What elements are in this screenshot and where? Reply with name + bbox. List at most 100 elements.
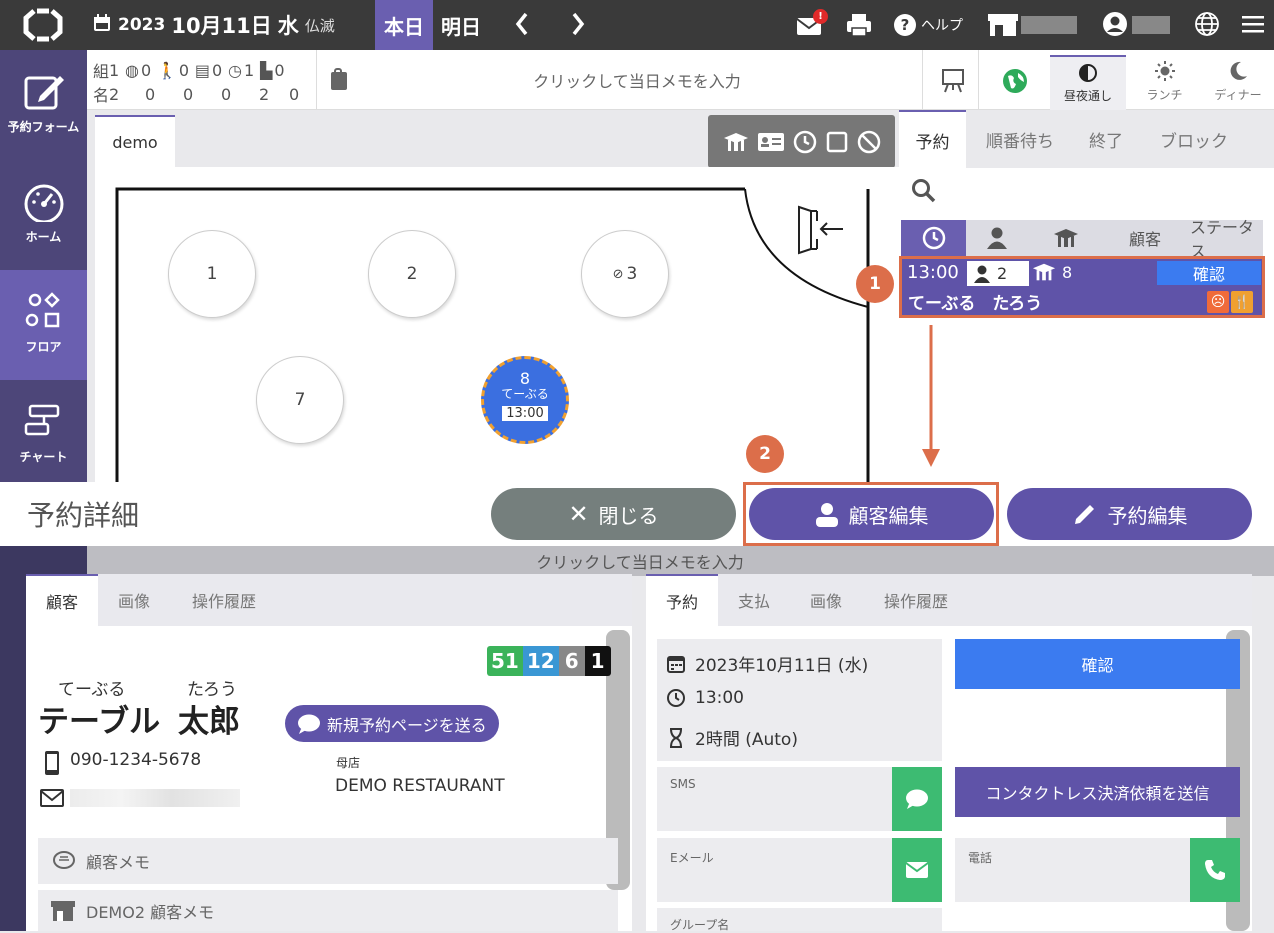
customer-header[interactable]: 顧客 [1129,220,1161,256]
id-card-icon[interactable] [757,131,785,153]
tab-finished[interactable]: 終了 [1089,110,1123,168]
contactless-payment-button[interactable]: コンタクトレス決済依頼を送信 [955,767,1240,817]
user-icon[interactable] [1102,11,1130,39]
reservation-table-number: 8 [1062,262,1073,282]
group-name-field[interactable]: グループ名 [657,908,942,932]
print-icon[interactable] [845,11,873,39]
help-label: ヘルプ [921,18,963,34]
stat-visits: 51 [487,646,523,676]
hourglass-icon [670,727,682,748]
home-store-name: DEMO RESTAURANT [335,776,505,796]
sidebar-item-home[interactable]: ホーム [0,160,87,270]
table-7[interactable]: 7 [256,356,344,444]
sms-field[interactable]: SMS [657,767,942,831]
tab-customer[interactable]: 顧客 [26,574,98,626]
sort-time-header[interactable] [901,220,966,256]
send-booking-page-button[interactable]: 新規予約ページを送る [285,705,499,742]
sidebar-item-chart[interactable]: チャート [0,380,87,490]
email-label: Eメール [670,851,714,865]
phone-field[interactable]: 電話 [955,838,1240,902]
mode-lunch-tab[interactable]: ランチ [1127,55,1202,110]
reservation-date: 2023年10月11日 (水) [695,656,869,676]
call-button[interactable] [1190,838,1240,902]
search-icon[interactable] [911,178,937,208]
edit-customer-button[interactable]: 顧客編集 [749,488,994,540]
edit-customer-label: 顧客編集 [848,503,929,528]
next-day-icon[interactable] [570,10,586,44]
square-icon[interactable] [825,130,849,154]
reservation-table: 8 [1032,262,1072,282]
status-confirm-button[interactable]: 確認 [955,639,1240,689]
reservation-status[interactable]: 確認 [1157,261,1261,285]
tab-block[interactable]: ブロック [1160,110,1228,168]
reservation-time: 13:00 [695,688,744,708]
tab-payment[interactable]: 支払 [726,574,782,626]
table-8-booked[interactable]: 8 てーぶる 13:00 [481,356,569,444]
calendar-icon [667,655,685,673]
mode-all-day-tab[interactable]: 昼夜通し [1050,55,1126,110]
sidebar-item-reservation-form[interactable]: 予約フォーム [0,50,87,160]
detail-panel: クリックして当日メモを入力 顧客 画像 操作履歴 51 12 6 1 てーぶる … [0,546,1274,932]
mode-dinner-tab[interactable]: ディナー [1202,55,1274,110]
close-button[interactable]: ✕ 閉じる [491,488,736,540]
app-logo[interactable] [22,8,64,42]
reservation-time-row: 13:00 [666,688,744,708]
people-seated: 0 [289,84,300,104]
prev-day-icon[interactable] [514,10,530,44]
allergy-face-icon: ☹ [1207,291,1229,313]
date-rokuyo: 仏滅 [304,16,335,35]
web-globe-icon[interactable] [1002,68,1028,98]
menu-hamburger-icon[interactable] [1241,11,1269,39]
first-name: 太郎 [178,704,240,740]
person-icon[interactable] [986,226,1008,254]
tab-images[interactable]: 画像 [798,574,854,626]
sidebar-item-floor[interactable]: フロア [0,270,87,380]
tab-history[interactable]: 操作履歴 [176,574,272,626]
table-1[interactable]: 1 [168,230,256,318]
customer-memo-field[interactable]: 顧客メモ [38,838,618,884]
day-memo-input[interactable]: クリックして当日メモを入力 [357,50,917,110]
email-field[interactable]: Eメール [657,838,942,902]
edit-reservation-button[interactable]: 予約編集 [1007,488,1252,540]
presentation-board-icon[interactable] [940,68,966,98]
tab-reservations[interactable]: 予約 [899,110,966,168]
table-2[interactable]: 2 [368,230,456,318]
table-3[interactable]: ⊘ 3 [581,230,669,318]
moon-icon [1230,61,1247,80]
tomorrow-button[interactable]: 明日 [441,0,481,50]
send-email-button[interactable] [892,838,942,902]
chat-bubble-icon [298,714,320,734]
date-selector[interactable]: 2023 10月11日 水 仏滅 [92,0,335,50]
people-web: 0 [145,84,156,104]
reservation-card: 予約 支払 画像 操作履歴 2023年10月11日 (水) 13:00 2時間 … [646,574,1252,932]
store-icon[interactable] [987,11,1019,39]
block-icon[interactable] [857,130,881,154]
today-button[interactable]: 本日 [375,0,433,50]
status-header[interactable]: ステータス [1190,218,1263,261]
tab-reservation[interactable]: 予約 [646,574,718,626]
clock-icon[interactable] [793,130,817,154]
floor-tab-demo[interactable]: demo [95,115,175,168]
mode-dinner-label: ディナー [1214,88,1262,102]
annotation-step-2: 2 [746,435,784,473]
tab-images[interactable]: 画像 [106,574,162,626]
sidebar-item-label: 予約フォーム [7,120,80,134]
send-sms-button[interactable] [892,767,942,831]
language-globe-icon[interactable] [1194,11,1222,39]
table-icon[interactable] [723,131,749,153]
tab-history[interactable]: 操作履歴 [868,574,964,626]
help-button[interactable]: ? ヘルプ [893,11,963,39]
stat-cancellations: 6 [558,646,585,676]
store-customer-memo-field[interactable]: DEMO2 顧客メモ [38,890,618,931]
phone-icon [1205,860,1225,880]
table-header-icon[interactable] [1053,228,1079,252]
phone-number[interactable]: 090-1234-5678 [70,750,201,770]
person-icon [815,503,838,527]
walk-in-icon: 🚶 [156,60,177,80]
mail-icon[interactable]: ! [796,9,828,39]
reservation-datetime-box[interactable]: 2023年10月11日 (水) 13:00 2時間 (Auto) [657,639,942,761]
mail-icon [40,788,64,812]
reservation-row[interactable]: 13:00 2 8 確認 てーぶる たろう ☹ 🍴 [899,256,1265,318]
tab-waitlist[interactable]: 順番待ち [986,110,1054,168]
clock-icon [922,226,946,250]
